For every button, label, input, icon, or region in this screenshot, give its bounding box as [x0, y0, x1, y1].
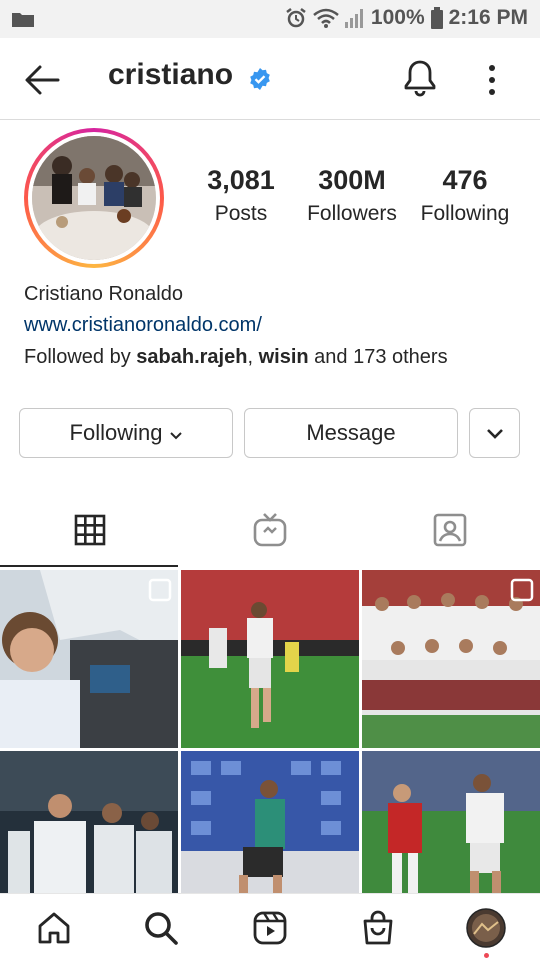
tab-tagged[interactable]: [360, 498, 540, 566]
notification-dot: [484, 953, 489, 958]
stat-following-label: Following: [420, 202, 510, 225]
suggestions-dropdown-button[interactable]: [469, 408, 520, 458]
profile-header: cristiano: [0, 38, 540, 120]
alarm-icon: [285, 7, 307, 29]
igtv-icon: [253, 512, 287, 552]
profile-avatar[interactable]: [24, 128, 164, 268]
avatar-photo: [32, 136, 156, 260]
following-button-label: Following: [69, 420, 163, 445]
followed-by-user-2[interactable]: wisin: [259, 346, 309, 368]
notification-bell-icon[interactable]: [402, 58, 438, 103]
chevron-down-icon: [170, 420, 183, 446]
search-icon: [143, 912, 179, 950]
home-icon: [36, 912, 72, 950]
nav-profile[interactable]: [466, 908, 506, 958]
nav-shop[interactable]: [360, 910, 396, 951]
stat-following[interactable]: 476 Following: [413, 165, 517, 226]
profile-avatar-icon: [466, 908, 506, 952]
reels-icon: [252, 911, 288, 950]
nav-reels[interactable]: [252, 910, 288, 951]
stat-posts-count: 3,081: [207, 165, 275, 195]
profile-username: cristiano: [108, 58, 234, 91]
tagged-icon: [433, 513, 467, 552]
message-button[interactable]: Message: [244, 408, 458, 458]
wifi-icon: [313, 7, 339, 29]
clock: 2:16 PM: [448, 6, 528, 29]
back-arrow-icon[interactable]: [22, 60, 62, 100]
signal-icon: [344, 8, 365, 28]
followed-by-user-1[interactable]: sabah.rajeh: [136, 346, 247, 368]
grid-icon: [74, 514, 106, 551]
bottom-navigation: [0, 893, 540, 961]
active-tab-indicator: [0, 565, 178, 567]
verified-badge-icon: [248, 67, 272, 96]
battery-icon: [430, 7, 443, 29]
chevron-down-icon: [486, 420, 504, 446]
tab-grid[interactable]: [0, 498, 180, 566]
grid-post[interactable]: [0, 570, 178, 748]
followed-by-suffix: and 173 others: [308, 346, 448, 368]
shop-icon: [360, 910, 396, 950]
stat-followers[interactable]: 300M Followers: [300, 165, 404, 226]
stat-followers-count: 300M: [318, 165, 386, 195]
stat-posts[interactable]: 3,081 Posts: [200, 165, 282, 226]
stat-following-count: 476: [442, 165, 488, 195]
status-bar: 100% 2:16 PM: [0, 0, 540, 38]
followed-by-text: Followed by sabah.rajeh, wisin and 173 o…: [24, 346, 448, 369]
grid-post[interactable]: [362, 570, 540, 748]
tab-igtv[interactable]: [180, 498, 360, 566]
profile-tabs: [0, 498, 540, 566]
nav-search[interactable]: [143, 910, 179, 951]
profile-website-link[interactable]: www.cristianoronaldo.com/: [24, 314, 262, 337]
followed-by-prefix: Followed by: [24, 346, 137, 368]
following-button[interactable]: Following: [19, 408, 233, 458]
message-button-label: Message: [306, 420, 396, 445]
nav-home[interactable]: [36, 910, 72, 951]
followed-by-separator: ,: [247, 346, 259, 368]
grid-post[interactable]: [181, 570, 359, 748]
stat-posts-label: Posts: [214, 202, 268, 225]
stat-followers-label: Followers: [307, 202, 397, 225]
battery-percent: 100%: [370, 6, 425, 29]
more-options-icon[interactable]: [480, 62, 504, 103]
gallery-icon: [12, 11, 34, 32]
profile-full-name: Cristiano Ronaldo: [24, 283, 183, 305]
